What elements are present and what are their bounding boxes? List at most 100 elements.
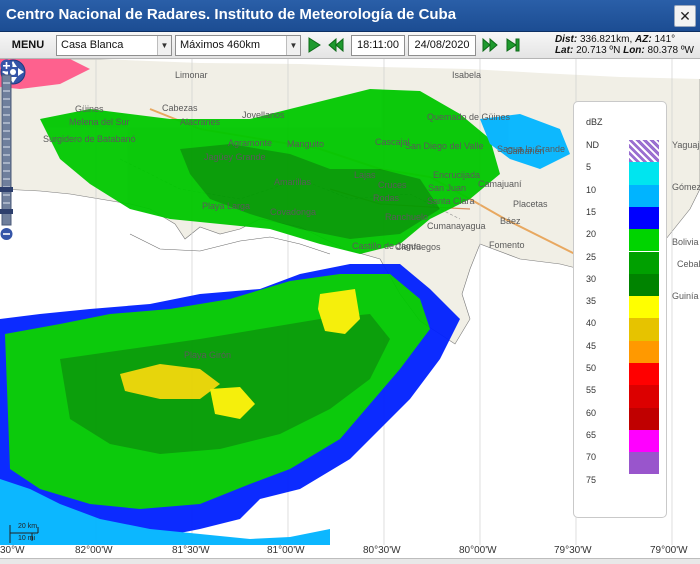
- legend-swatch: [629, 363, 659, 386]
- lon-tick: 79°00'W: [650, 545, 688, 556]
- legend-label: 30: [586, 273, 597, 284]
- date-field[interactable]: 24/08/2020: [408, 35, 476, 56]
- radar-select-value: Casa Blanca: [61, 39, 124, 51]
- place-label: Isabela: [452, 70, 482, 80]
- place-label: Amarillas: [274, 177, 312, 187]
- legend-swatch: [629, 251, 659, 274]
- legend-swatch: [629, 429, 659, 453]
- scale-bar: 20 km 10 mi: [8, 523, 44, 545]
- place-label: Santa Clara: [427, 196, 475, 206]
- place-label: Cruces: [378, 180, 407, 190]
- place-label: Fomento: [489, 240, 525, 250]
- legend-swatch: [629, 318, 659, 341]
- legend-label: ND: [586, 140, 599, 150]
- dbz-legend: dBZ ND 5 10 15 20 25 30 35 40 45 50 55 60 65 70 75: [573, 101, 667, 518]
- place-label: Yaguajay: [672, 140, 700, 150]
- lon-tick: 80°00'W: [459, 545, 497, 556]
- fast-forward-icon[interactable]: [482, 37, 498, 53]
- dist-value: 336.821km: [579, 34, 630, 45]
- place-label: Placetas: [513, 199, 548, 209]
- chevron-down-icon: ▼: [157, 36, 171, 55]
- lon-tick: 82°00'W: [75, 545, 113, 556]
- place-label: Melena del Sur: [69, 117, 130, 127]
- lat-label: Lat:: [554, 45, 574, 56]
- zoom-bar[interactable]: [0, 59, 13, 241]
- bottom-scrollbar[interactable]: [0, 558, 700, 564]
- place-label: Playa Larga: [202, 201, 251, 211]
- rewind-icon[interactable]: [328, 37, 344, 53]
- window-title: Centro Nacional de Radares. Instituto de…: [6, 6, 457, 23]
- place-label: Covadonga: [270, 207, 317, 217]
- place-label: Agramonte: [228, 138, 273, 148]
- menu-button[interactable]: MENU: [4, 36, 52, 55]
- legend-label: 35: [586, 296, 597, 307]
- lon-value: 80.378 ºW: [647, 45, 694, 56]
- place-label: Gómez: [672, 182, 700, 192]
- skip-to-end-icon[interactable]: [505, 37, 521, 53]
- place-label: Caibarién: [506, 146, 545, 156]
- lon-tick: 30°W: [0, 545, 25, 556]
- legend-label: 25: [586, 251, 597, 262]
- legend-label: 10: [586, 184, 597, 195]
- place-label: Encrucijada: [433, 170, 481, 180]
- legend-swatch: [629, 452, 659, 475]
- lon-tick: 79°30'W: [554, 545, 592, 556]
- lon-tick: 81°30'W: [172, 545, 210, 556]
- play-icon[interactable]: [306, 37, 322, 53]
- legend-label: 40: [586, 318, 597, 329]
- place-label: San Diego del Valle: [405, 141, 484, 151]
- product-select-value: Máximos 460km: [180, 39, 261, 51]
- legend-label: 60: [586, 407, 597, 418]
- place-label: Güines: [75, 104, 104, 114]
- radar-map[interactable]: Limonar Cabezas Alacranes Jovellanos Agr…: [0, 59, 700, 558]
- legend-label: 15: [586, 206, 597, 217]
- product-select[interactable]: Máximos 460km ▼: [175, 35, 301, 56]
- legend-label: 75: [586, 474, 597, 485]
- az-value: 141°: [654, 34, 676, 45]
- place-label: Cabezas: [162, 103, 198, 113]
- title-bar: Centro Nacional de Radares. Instituto de…: [0, 0, 700, 32]
- legend-label: 70: [586, 452, 597, 463]
- az-label: AZ:: [635, 34, 652, 45]
- cursor-info: Dist: 336.821km, AZ: 141° Lat: 20.713 ºN…: [554, 34, 694, 56]
- lon-label: Lon:: [623, 45, 645, 56]
- zoom-slider-handle: [0, 187, 13, 192]
- place-label: Lajas: [354, 170, 376, 180]
- place-label: Limonar: [175, 70, 208, 80]
- legend-swatch: [629, 385, 659, 408]
- legend-label: 65: [586, 429, 597, 440]
- place-label: San Juan: [428, 183, 467, 193]
- place-label: Jagüey Grande: [204, 152, 266, 162]
- place-label: Bolivia: [672, 237, 699, 247]
- place-label: Báez: [500, 216, 521, 226]
- legend-swatch: [629, 229, 659, 252]
- lon-tick: 81°00'W: [267, 545, 305, 556]
- longitude-axis: 30°W 82°00'W 81°30'W 81°00'W 80°30'W 80°…: [0, 545, 700, 558]
- legend-label: 5: [586, 162, 592, 173]
- close-button[interactable]: ✕: [674, 5, 696, 27]
- place-label: Quemado de Güines: [427, 112, 511, 122]
- place-label: Castillo de Jagua: [352, 241, 422, 251]
- legend-swatch: [629, 140, 659, 163]
- time-field[interactable]: 18:11:00: [351, 35, 405, 56]
- place-label: Camajuaní: [478, 179, 522, 189]
- place-label: Manguito: [287, 139, 325, 149]
- scale-km: 20 km: [18, 523, 38, 530]
- place-label: Guinía: [672, 291, 699, 301]
- scale-mi: 10 mi: [18, 535, 36, 542]
- legend-label: 20: [586, 229, 597, 240]
- legend-label: 45: [586, 340, 597, 351]
- place-label: Playa Girón: [184, 350, 232, 360]
- toolbar: MENU Casa Blanca ▼ Máximos 460km ▼ 18:11…: [0, 32, 700, 59]
- radar-select[interactable]: Casa Blanca ▼: [56, 35, 172, 56]
- legend-swatch: [629, 206, 659, 230]
- legend-swatch: [629, 184, 659, 207]
- legend-label: 50: [586, 363, 597, 373]
- legend-swatch: [629, 407, 659, 430]
- lat-value: 20.713 ºN: [576, 45, 621, 56]
- place-label: Cebal: [677, 259, 700, 269]
- legend-swatch: [629, 340, 659, 363]
- place-label: Surgidero de Batabanó: [43, 134, 136, 144]
- legend-unit: dBZ: [586, 117, 603, 127]
- legend-swatch: [629, 162, 659, 185]
